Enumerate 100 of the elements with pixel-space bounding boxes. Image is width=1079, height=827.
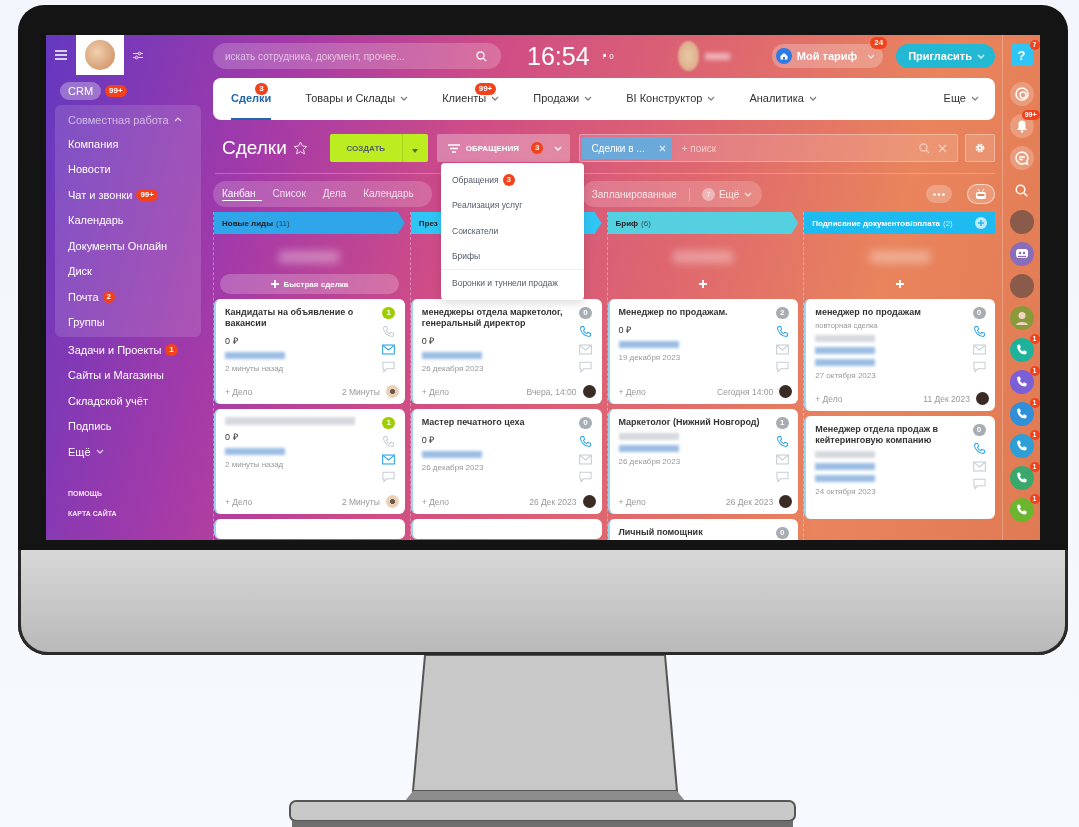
deal-card[interactable]: Кандидаты на объявление о вакансии 0 ₽ 2 минуты назад 1 + Дело 2 Минуты <box>214 299 405 404</box>
menu-item[interactable]: Обращения 3 <box>441 167 584 193</box>
view-tab[interactable]: Канбан <box>222 187 262 201</box>
sidebar-item[interactable]: Почта <box>68 290 99 303</box>
phone-icon[interactable] <box>382 435 396 448</box>
logo-avatar[interactable] <box>385 495 399 508</box>
menu-item[interactable]: Соискатели <box>441 218 584 244</box>
phone-icon[interactable] <box>972 325 986 338</box>
mail-icon[interactable] <box>579 344 592 355</box>
sidebar-item[interactable]: Календарь <box>68 214 124 227</box>
crm-button[interactable]: CRM <box>60 82 102 100</box>
mail-icon[interactable] <box>775 454 789 465</box>
nav-tab[interactable]: Еще <box>943 78 979 120</box>
phone-call-icon[interactable] <box>1009 434 1034 458</box>
add-icon[interactable] <box>975 217 987 229</box>
nav-tab[interactable]: Продажи <box>533 78 593 120</box>
close-icon[interactable] <box>658 144 666 152</box>
sidebar-item[interactable]: Ещё <box>68 445 91 458</box>
deal-title[interactable]: Менеджер отдела продаж в кейтеринговую компанию <box>815 424 969 446</box>
mail-icon[interactable] <box>382 344 396 355</box>
comment-icon[interactable] <box>972 361 986 373</box>
comment-icon[interactable] <box>382 471 396 483</box>
sidebar-item[interactable]: Диск <box>68 265 92 278</box>
robot-button[interactable] <box>967 184 995 204</box>
phone-call-icon[interactable] <box>1009 498 1034 522</box>
phone-icon[interactable] <box>775 435 789 448</box>
deal-title[interactable]: Менеджер по продажам. <box>618 307 773 318</box>
stage-header[interactable]: Бриф (6) <box>607 212 799 234</box>
filter-button[interactable]: ОБРАЩЕНИЯ 3 <box>436 134 571 162</box>
deal-title[interactable]: Маркетолог (Нижний Новгород) <box>618 417 773 428</box>
menu-item[interactable]: Воронки и туннели продаж <box>441 270 584 296</box>
comment-icon[interactable] <box>579 361 592 373</box>
comment-icon[interactable] <box>579 471 592 483</box>
add-activity-link[interactable]: + Дело <box>421 386 450 397</box>
mail-icon[interactable] <box>972 461 986 472</box>
deal-card[interactable] <box>410 519 602 539</box>
phone-icon[interactable] <box>972 442 986 455</box>
mail-icon[interactable] <box>382 454 396 465</box>
add-activity-link[interactable]: + Дело <box>815 393 843 404</box>
comment-icon[interactable] <box>775 471 789 483</box>
deal-card[interactable]: Менеджер по продажам. 0 ₽ 19 декабря 2023 2 + Дело Сегодня 14:00 <box>607 299 799 404</box>
sidebar-item[interactable]: Задачи и Проекты <box>68 343 162 356</box>
quick-deal-button[interactable]: Быстрая сделка <box>220 274 399 294</box>
close-icon[interactable] <box>938 143 947 153</box>
nav-tab[interactable]: Товары и Склады <box>305 78 409 120</box>
mail-icon[interactable] <box>579 454 592 465</box>
user-avatar[interactable] <box>779 385 793 398</box>
phone-call-icon[interactable] <box>1009 466 1034 490</box>
deal-card[interactable]: Маркетолог (Нижний Новгород) 26 декабря 2023 1 + Дело 26 Дек 2023 <box>607 409 799 514</box>
phone-call-icon[interactable] <box>1009 370 1034 394</box>
nav-tab[interactable]: Сделки 3 <box>231 78 272 120</box>
deal-title[interactable]: менеджер по продажам <box>815 307 969 318</box>
sidebar-item[interactable]: Чат и звонки <box>68 188 133 201</box>
menu-item[interactable]: Реализация услуг <box>441 192 584 218</box>
sidebar-item[interactable]: Подпись <box>68 420 112 433</box>
user-avatar[interactable] <box>976 392 989 405</box>
sidebar-item[interactable]: Сайты и Магазины <box>68 369 164 382</box>
chat-icon[interactable] <box>1009 146 1034 170</box>
deal-card[interactable]: 0 ₽ 2 минуты назад 1 + Дело 2 Минуты <box>214 409 405 514</box>
stage-header[interactable]: Новые лиды (11) <box>214 212 405 234</box>
deal-card[interactable]: Менеджер отдела продаж в кейтеринговую компанию 24 октября 2023 0 <box>804 416 995 519</box>
flag-icon[interactable] <box>602 52 607 60</box>
menu-icon[interactable] <box>55 50 67 60</box>
create-button[interactable]: СОЗДАТЬ <box>329 134 402 162</box>
logo-avatar[interactable] <box>385 385 399 398</box>
nav-tab[interactable]: Клиенты 99+ <box>442 78 500 120</box>
deal-title[interactable]: Кандидаты на объявление о вакансии <box>225 307 379 329</box>
comment-icon[interactable] <box>775 361 789 373</box>
search-field[interactable]: + поиск <box>679 141 911 155</box>
sidebar-item[interactable]: Группы <box>68 316 105 329</box>
deal-title[interactable]: менеджеры отдела маркетолог, генеральный директор <box>421 307 576 329</box>
sidebar-item[interactable]: Складской учёт <box>68 394 148 407</box>
search-icon[interactable] <box>1015 183 1028 197</box>
deal-card[interactable]: Мастер печатного цеха 0 ₽ 26 декабря 2023 0 + Дело 26 Дек 2023 <box>410 409 602 514</box>
nav-tab[interactable]: Аналитика <box>749 78 817 120</box>
comment-icon[interactable] <box>382 361 396 373</box>
user-avatar[interactable] <box>779 495 793 508</box>
sidebar-item[interactable]: Компания <box>68 137 119 150</box>
menu-item[interactable]: Брифы <box>441 243 584 269</box>
settings-button[interactable] <box>965 134 995 162</box>
phone-icon[interactable] <box>579 325 592 338</box>
person-icon[interactable] <box>1009 306 1034 330</box>
user-avatar[interactable] <box>582 385 596 398</box>
phone-call-icon[interactable] <box>1009 402 1034 426</box>
sidebar-item[interactable]: Документы Онлайн <box>68 239 168 252</box>
deal-title[interactable]: Личный помощник <box>618 527 773 538</box>
phone-icon[interactable] <box>775 325 789 338</box>
add-activity-link[interactable]: + Дело <box>421 496 450 507</box>
group-chat-icon[interactable] <box>1009 242 1034 266</box>
user-avatar[interactable] <box>582 495 596 508</box>
add-activity-link[interactable]: + Дело <box>618 386 646 397</box>
phone-icon[interactable] <box>579 435 592 448</box>
deal-title[interactable]: Мастер печатного цеха <box>421 417 576 428</box>
star-icon[interactable] <box>292 141 308 155</box>
sidebar-item[interactable]: Новости <box>68 163 111 176</box>
phone-icon[interactable] <box>382 325 396 338</box>
nav-tab[interactable]: BI Конструктор <box>626 78 716 120</box>
phone-call-icon[interactable] <box>1009 338 1034 362</box>
spiral-icon[interactable] <box>1009 82 1034 106</box>
mail-icon[interactable] <box>972 344 986 355</box>
